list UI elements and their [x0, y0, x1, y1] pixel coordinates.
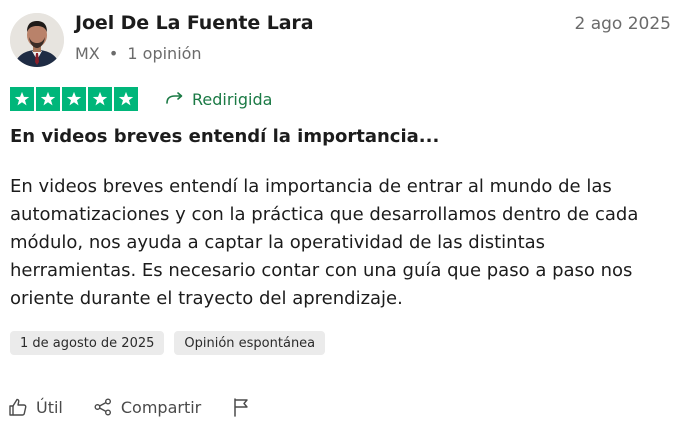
review-body: En videos breves entendí la importancia … — [10, 176, 639, 309]
star-icon — [62, 87, 86, 111]
reviewer-meta: MX • 1 opinión — [75, 44, 202, 63]
review-card: Joel De La Fuente Lara MX • 1 opinión 2 … — [0, 0, 686, 441]
redirect-label: Redirigida — [192, 89, 273, 109]
star-icon — [36, 87, 60, 111]
redirect-badge[interactable]: Redirigida — [165, 88, 272, 110]
reviewer-review-count: 1 opinión — [127, 44, 202, 63]
flag-icon — [231, 397, 251, 417]
avatar-image — [10, 13, 64, 67]
meta-separator: • — [108, 44, 119, 63]
star-icon — [88, 87, 112, 111]
star-rating — [10, 87, 138, 111]
useful-label: Útil — [36, 397, 63, 417]
report-button[interactable] — [231, 397, 251, 417]
reviewer-country: MX — [75, 44, 100, 63]
share-icon — [93, 397, 113, 417]
redirect-arrow-icon — [165, 89, 185, 109]
experience-date-tag: 1 de agosto de 2025 — [10, 331, 165, 355]
star-icon — [10, 87, 34, 111]
reviewer-name[interactable]: Joel De La Fuente Lara — [75, 12, 314, 34]
review-title[interactable]: En videos breves entendí la importancia.… — [10, 126, 439, 147]
useful-button[interactable]: Útil — [8, 397, 63, 417]
review-date: 2 ago 2025 — [574, 14, 672, 34]
avatar[interactable] — [10, 13, 64, 67]
share-button[interactable]: Compartir — [93, 397, 201, 417]
share-label: Compartir — [120, 397, 202, 417]
star-icon — [114, 87, 138, 111]
thumbs-up-icon — [8, 397, 28, 417]
review-actions: Útil Compartir — [8, 394, 251, 420]
review-tags: 1 de agosto de 2025 Opinión espontánea — [10, 331, 326, 355]
review-type-tag[interactable]: Opinión espontánea — [174, 331, 326, 355]
